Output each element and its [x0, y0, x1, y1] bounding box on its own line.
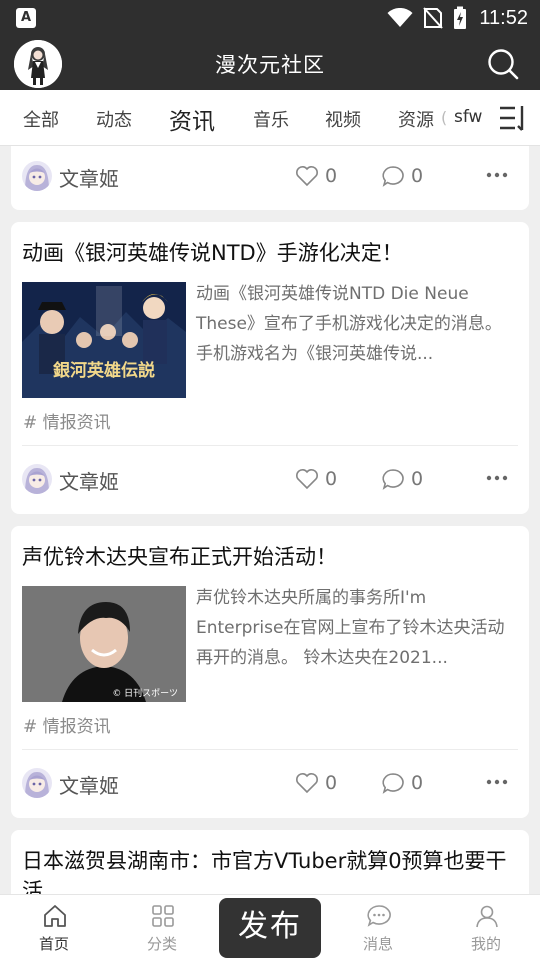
comment-button[interactable]: 0	[381, 768, 423, 798]
battery-charging-icon	[454, 6, 467, 29]
divider	[22, 749, 518, 750]
bottom-navigation: 首页 分类 发布 消息 我的	[0, 894, 540, 960]
nav-messages-label: 消息	[362, 935, 393, 953]
comment-button[interactable]: 0	[381, 161, 423, 191]
post-card[interactable]: 动画《银河英雄传说NTD》手游化决定！ 銀河英雄伝説 动画《银河英雄传说NTD …	[11, 222, 529, 514]
tab-resources[interactable]: 资源	[398, 106, 434, 132]
post-summary: 声优铃木达央所属的事务所I'm Enterprise在官网上宣布了铃木达央活动再…	[196, 588, 505, 668]
author-avatar[interactable]	[22, 161, 52, 191]
tab-moments[interactable]: 动态	[96, 106, 132, 132]
search-icon[interactable]	[486, 47, 520, 81]
tab-sfw[interactable]: sfw	[454, 107, 482, 127]
like-button[interactable]: 0	[295, 464, 337, 494]
post-card[interactable]: 声优铃木达央宣布正式开始活动！ © 日刊スポーツ 声优铃木达央所属的事务所I'm…	[11, 526, 529, 818]
nav-category[interactable]: 分类	[122, 895, 202, 960]
nav-mine[interactable]: 我的	[446, 895, 526, 960]
more-options-icon[interactable]	[485, 468, 509, 488]
post-thumbnail[interactable]: 銀河英雄伝説	[22, 282, 186, 398]
comment-icon	[382, 166, 404, 187]
status-bar: A 11:52	[0, 0, 540, 36]
more-options-icon[interactable]	[485, 165, 509, 185]
like-count: 0	[325, 468, 338, 490]
app-notification-icon: A	[16, 8, 36, 28]
tab-video[interactable]: 视频	[325, 106, 361, 132]
post-thumbnail[interactable]: © 日刊スポーツ	[22, 586, 186, 702]
status-icons: 11:52	[387, 0, 528, 36]
wifi-icon	[387, 8, 413, 27]
post-meta: 文章姬 0 0	[11, 459, 529, 499]
tab-music[interactable]: 音乐	[253, 106, 289, 132]
comment-count: 0	[411, 468, 424, 490]
message-icon	[367, 905, 391, 927]
heart-icon	[296, 773, 318, 794]
author-name[interactable]: 文章姬	[59, 163, 119, 192]
comment-icon	[382, 469, 404, 490]
news-feed[interactable]: 文章姬 0 0 动画《银河英雄传说NTD》手游化决定！ 銀河英雄伝説 动画《银河…	[0, 146, 540, 894]
thumbnail-title-text: 銀河英雄伝説	[53, 360, 155, 381]
post-card[interactable]: 日本滋贺县湖南市：市官方VTuber就算0预算也要干活	[11, 830, 529, 894]
nav-mine-label: 我的	[470, 935, 501, 953]
home-icon	[44, 905, 66, 927]
post-tag[interactable]: # 情报资讯	[23, 712, 111, 737]
post-title[interactable]: 日本滋贺县湖南市：市官方VTuber就算0预算也要干活	[22, 846, 518, 894]
author-avatar[interactable]	[22, 768, 52, 798]
heart-icon	[296, 166, 318, 187]
author-name[interactable]: 文章姬	[59, 466, 119, 495]
clock: 11:52	[479, 6, 528, 29]
heart-icon	[296, 469, 318, 490]
like-count: 0	[325, 165, 338, 187]
comment-icon	[382, 773, 404, 794]
more-options-icon[interactable]	[485, 772, 509, 792]
author-avatar[interactable]	[22, 464, 52, 494]
post-meta: 文章姬 0 0	[11, 763, 529, 803]
divider	[22, 445, 518, 446]
comment-count: 0	[411, 165, 424, 187]
like-count: 0	[325, 772, 338, 794]
post-meta: 文章姬 0 0	[11, 156, 529, 196]
app-bar: 漫次元社区	[0, 36, 540, 90]
post-title[interactable]: 声优铃木达央宣布正式开始活动！	[22, 542, 518, 572]
tab-news[interactable]: 资讯	[169, 102, 215, 136]
post-card[interactable]: 文章姬 0 0	[11, 146, 529, 210]
tab-all[interactable]: 全部	[23, 106, 59, 132]
nav-home-label: 首页	[38, 935, 69, 953]
post-tag[interactable]: # 情报资讯	[23, 408, 111, 433]
user-icon	[476, 905, 498, 928]
comment-count: 0	[411, 772, 424, 794]
like-button[interactable]: 0	[295, 768, 337, 798]
post-title[interactable]: 动画《银河英雄传说NTD》手游化决定！	[22, 238, 518, 268]
author-name[interactable]: 文章姬	[59, 770, 119, 799]
thumbnail-caption: © 日刊スポーツ	[112, 687, 178, 699]
comment-button[interactable]: 0	[381, 464, 423, 494]
no-sim-icon	[423, 7, 444, 29]
grid-icon	[152, 905, 174, 927]
nav-home[interactable]: 首页	[14, 895, 94, 960]
like-button[interactable]: 0	[295, 161, 337, 191]
nav-messages[interactable]: 消息	[338, 895, 418, 960]
post-summary: 动画《银河英雄传说NTD Die Neue These》宣布了手机游戏化决定的消…	[196, 284, 502, 364]
publish-button[interactable]: 发布	[219, 898, 321, 958]
category-tabs: 全部 动态 资讯 音乐 视频 资源 ( sfw	[0, 90, 540, 146]
tab-partial[interactable]: (	[441, 108, 447, 127]
nav-category-label: 分类	[146, 935, 177, 953]
tab-menu-icon[interactable]	[498, 104, 528, 132]
app-title: 漫次元社区	[215, 53, 325, 77]
